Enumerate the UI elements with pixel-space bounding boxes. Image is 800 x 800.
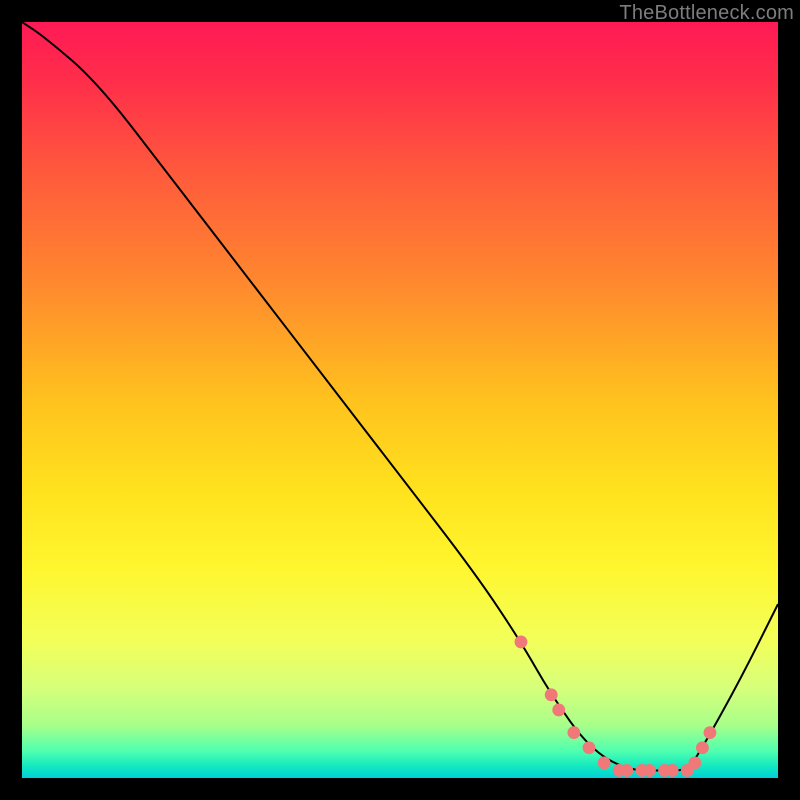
highlight-dot bbox=[567, 726, 580, 739]
figure: TheBottleneck.com bbox=[0, 0, 800, 800]
highlight-dot bbox=[545, 688, 558, 701]
plot-area bbox=[22, 22, 778, 778]
highlight-dot bbox=[620, 764, 633, 777]
highlight-dot bbox=[704, 726, 717, 739]
highlight-dot bbox=[688, 756, 701, 769]
highlight-dot bbox=[598, 756, 611, 769]
highlight-dot bbox=[696, 741, 709, 754]
highlight-dot bbox=[515, 635, 528, 648]
highlight-dot bbox=[666, 764, 679, 777]
gradient-background bbox=[22, 22, 778, 778]
highlight-dot bbox=[643, 764, 656, 777]
highlight-dot bbox=[583, 741, 596, 754]
highlight-dot bbox=[552, 704, 565, 717]
